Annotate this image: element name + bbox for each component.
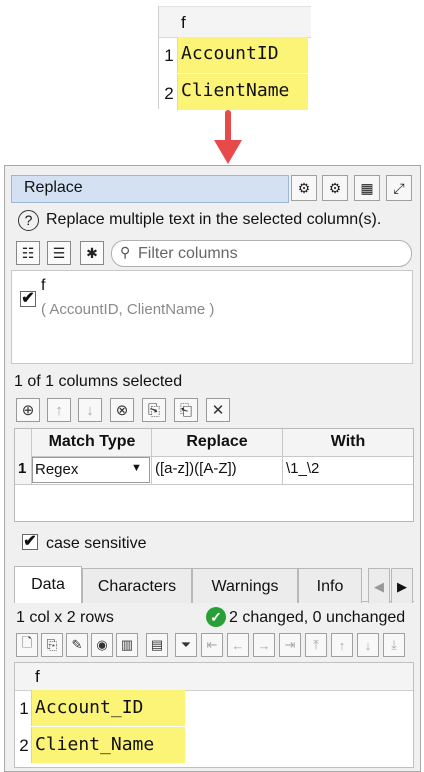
grid-row-number: 1 xyxy=(18,460,27,477)
replace-pattern-cell[interactable]: ([a-z])([A-Z]) xyxy=(155,460,237,477)
gear-icon[interactable]: ⚙ xyxy=(322,175,348,201)
eye-icon[interactable]: ◉ xyxy=(91,633,113,657)
go-up-icon[interactable]: ↑ xyxy=(331,633,353,657)
filter-columns-input[interactable]: ⚲ Filter columns xyxy=(111,240,412,267)
tab-scroll-left-icon[interactable]: ◀ xyxy=(368,568,390,603)
tab-warnings[interactable]: Warnings xyxy=(192,568,298,603)
settings-options-icon[interactable]: ⚙ xyxy=(291,175,317,201)
go-bottom-icon[interactable]: ⤓ xyxy=(383,633,405,657)
column-header-label: f xyxy=(181,13,186,32)
search-icon: ⚲ xyxy=(120,244,131,260)
clipboard-icon[interactable]: ⎗ xyxy=(174,398,198,422)
tab-info[interactable]: Info xyxy=(298,568,362,603)
columns-selected-count: 1 of 1 columns selected xyxy=(14,373,183,390)
header-match-type: Match Type xyxy=(48,433,136,450)
filter-placeholder: Filter columns xyxy=(138,245,238,262)
result-preview-table: f 1 Account_ID 2 Client_Name xyxy=(14,662,414,768)
replace-rules-grid: Match Type Replace With 1 Regex ▼ ([a-z]… xyxy=(14,428,414,522)
case-sensitive-checkbox[interactable]: ✔ xyxy=(22,534,38,550)
expand-icon[interactable]: ⤢ xyxy=(386,175,412,201)
rows-icon[interactable]: ▤ xyxy=(146,633,168,657)
match-type-select[interactable]: Regex ▼ xyxy=(32,457,150,483)
go-top-icon[interactable]: ⤒ xyxy=(305,633,327,657)
result-column-header: f xyxy=(15,663,413,691)
case-sensitive-label: case sensitive xyxy=(46,535,147,552)
new-document-icon[interactable]: 🗋 xyxy=(16,633,38,657)
check-circle-icon: ✓ xyxy=(206,607,226,627)
column-list: ✔ f ( AccountID, ClientName ) xyxy=(11,270,413,364)
go-left-icon[interactable]: ← xyxy=(227,633,249,657)
column-checkbox[interactable]: ✔ xyxy=(20,291,36,307)
paste-icon[interactable]: ⎘ xyxy=(142,398,166,422)
tab-data[interactable]: Data xyxy=(14,566,82,603)
changed-summary: 2 changed, 0 unchanged xyxy=(229,609,406,626)
go-last-column-icon[interactable]: ⇥ xyxy=(279,633,301,657)
header-with: With xyxy=(330,433,366,450)
with-pattern-cell[interactable]: \1_\2 xyxy=(286,460,319,477)
wand-icon[interactable]: ✱ xyxy=(80,241,104,265)
header-replace: Replace xyxy=(186,433,248,450)
clear-icon[interactable]: ✕ xyxy=(206,398,230,422)
copy-icon[interactable]: ⎘ xyxy=(41,633,63,657)
column-name[interactable]: f xyxy=(41,277,45,295)
help-icon[interactable]: ? xyxy=(18,210,39,231)
column-sample-values: ( AccountID, ClientName ) xyxy=(41,301,215,318)
data-size-info: 1 col x 2 rows xyxy=(16,609,114,626)
move-up-icon[interactable]: ↑ xyxy=(47,398,71,422)
arrow-head-icon xyxy=(214,140,242,164)
panel-description: Replace multiple text in the selected co… xyxy=(46,211,382,228)
row-number: 2 xyxy=(164,84,174,103)
column-list-icon[interactable]: ☰ xyxy=(47,241,71,265)
chevron-down-icon: ▼ xyxy=(131,462,142,474)
columns-icon[interactable]: ▥ xyxy=(116,633,138,657)
table-cell: Client_Name xyxy=(31,727,185,763)
go-down-icon[interactable]: ↓ xyxy=(357,633,379,657)
row-number: 2 xyxy=(19,736,29,755)
table-cell: Account_ID xyxy=(31,690,185,726)
row-number: 1 xyxy=(19,699,29,718)
panel-title: Replace xyxy=(24,179,83,196)
remove-row-icon[interactable]: ⊗ xyxy=(110,398,134,422)
move-down-icon[interactable]: ↓ xyxy=(78,398,102,422)
table-cell: ClientName xyxy=(177,74,308,110)
go-right-icon[interactable]: → xyxy=(253,633,275,657)
panel-title-bar[interactable]: Replace xyxy=(11,175,289,203)
row-number: 1 xyxy=(164,46,174,65)
table-cell: AccountID xyxy=(177,37,308,73)
input-preview-table: f 1 AccountID 2 ClientName xyxy=(158,6,311,110)
filter-icon[interactable]: ⏷ xyxy=(175,633,197,657)
column-header-label: f xyxy=(35,667,40,686)
select-all-columns-icon[interactable]: ☷ xyxy=(16,241,40,265)
table-icon[interactable]: ▦ xyxy=(354,175,380,201)
go-first-column-icon[interactable]: ⇤ xyxy=(201,633,223,657)
edit-pencil-icon[interactable]: ✎ xyxy=(66,633,88,657)
tab-characters[interactable]: Characters xyxy=(82,568,192,603)
tab-scroll-right-icon[interactable]: ▶ xyxy=(391,568,413,603)
add-row-icon[interactable]: ⊕ xyxy=(16,398,40,422)
input-column-header: f xyxy=(159,7,311,38)
